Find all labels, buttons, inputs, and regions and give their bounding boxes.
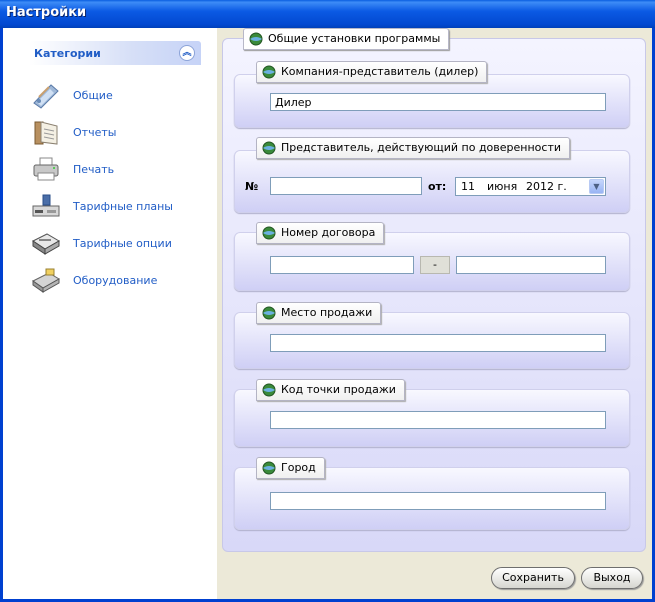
- collapse-chevron-icon[interactable]: ︽: [179, 45, 195, 61]
- number-label: №: [245, 180, 259, 193]
- sidebar-item-general[interactable]: Общие: [31, 81, 211, 111]
- sidebar-item-label: Общие: [73, 89, 113, 102]
- city-label: Город: [281, 461, 316, 474]
- window-title: Настройки: [6, 5, 87, 20]
- date-month: июня: [487, 180, 518, 193]
- contract-label: Номер договора: [281, 226, 376, 239]
- contract-tab: Номер договора: [256, 222, 385, 244]
- sidebar-item-label: Печать: [73, 163, 115, 176]
- general-settings-title: Общие установки программы: [268, 32, 441, 45]
- exit-button[interactable]: Выход: [581, 567, 643, 589]
- equipment-icon: [32, 268, 60, 293]
- date-year: 2012 г.: [526, 180, 567, 193]
- contract-separator: -: [420, 256, 450, 274]
- representative-label: Представитель, действующий по довереннос…: [281, 141, 561, 154]
- reports-icon: [34, 121, 58, 145]
- sidebar-item-label: Оборудование: [73, 274, 158, 287]
- categories-header-label: Категории: [34, 47, 101, 60]
- globe-icon: [262, 306, 276, 320]
- chevron-down-icon[interactable]: ▼: [589, 179, 604, 194]
- contract-number-part2-input[interactable]: [456, 256, 606, 274]
- title-bar[interactable]: Настройки: [0, 0, 655, 28]
- sale-point-code-label: Код точки продажи: [281, 383, 396, 396]
- power-of-attorney-number-input[interactable]: [270, 177, 422, 195]
- sale-point-code-input[interactable]: [270, 411, 606, 429]
- sale-place-input[interactable]: [270, 334, 606, 352]
- globe-icon: [262, 65, 276, 79]
- sidebar-item-tariff-options[interactable]: Тарифные опции: [31, 229, 211, 259]
- settings-window: Настройки Категории ︽ Общие Отчеты Печат…: [0, 0, 655, 602]
- printer-icon: [33, 157, 59, 181]
- dealer-input[interactable]: [270, 93, 606, 111]
- globe-icon: [262, 383, 276, 397]
- globe-icon: [262, 226, 276, 240]
- date-from-label: от:: [428, 180, 447, 193]
- sidebar-item-label: Тарифные опции: [73, 237, 172, 250]
- sidebar-item-label: Тарифные планы: [73, 200, 173, 213]
- sidebar-item-label: Отчеты: [73, 126, 117, 139]
- sidebar-item-tariff-plans[interactable]: Тарифные планы: [31, 192, 211, 222]
- categories-sidebar: Категории ︽ Общие Отчеты Печать Тарифные…: [3, 28, 217, 599]
- dealer-label: Компания-представитель (дилер): [281, 65, 479, 78]
- globe-icon: [262, 141, 276, 155]
- general-settings-tab: Общие установки программы: [243, 28, 450, 50]
- globe-icon: [262, 461, 276, 475]
- tariff-plans-icon: [32, 194, 60, 217]
- sidebar-item-reports[interactable]: Отчеты: [31, 118, 211, 148]
- contract-number-part1-input[interactable]: [270, 256, 414, 274]
- sidebar-item-print[interactable]: Печать: [31, 155, 211, 185]
- city-tab: Город: [256, 457, 325, 479]
- tariff-options-icon: [32, 233, 60, 255]
- sale-place-tab: Место продажи: [256, 302, 382, 324]
- representative-tab: Представитель, действующий по довереннос…: [256, 137, 570, 159]
- date-picker[interactable]: 11 июня 2012 г. ▼: [455, 177, 606, 196]
- categories-header[interactable]: Категории ︽: [29, 41, 201, 65]
- save-button[interactable]: Сохранить: [491, 567, 575, 589]
- sale-place-label: Место продажи: [281, 306, 373, 319]
- date-day: 11: [461, 180, 475, 193]
- city-input[interactable]: [270, 492, 606, 510]
- dealer-tab: Компания-представитель (дилер): [256, 61, 488, 83]
- general-settings-icon: [33, 84, 59, 109]
- globe-icon: [249, 32, 263, 46]
- sidebar-item-equipment[interactable]: Оборудование: [31, 266, 211, 296]
- sale-point-code-tab: Код точки продажи: [256, 379, 405, 401]
